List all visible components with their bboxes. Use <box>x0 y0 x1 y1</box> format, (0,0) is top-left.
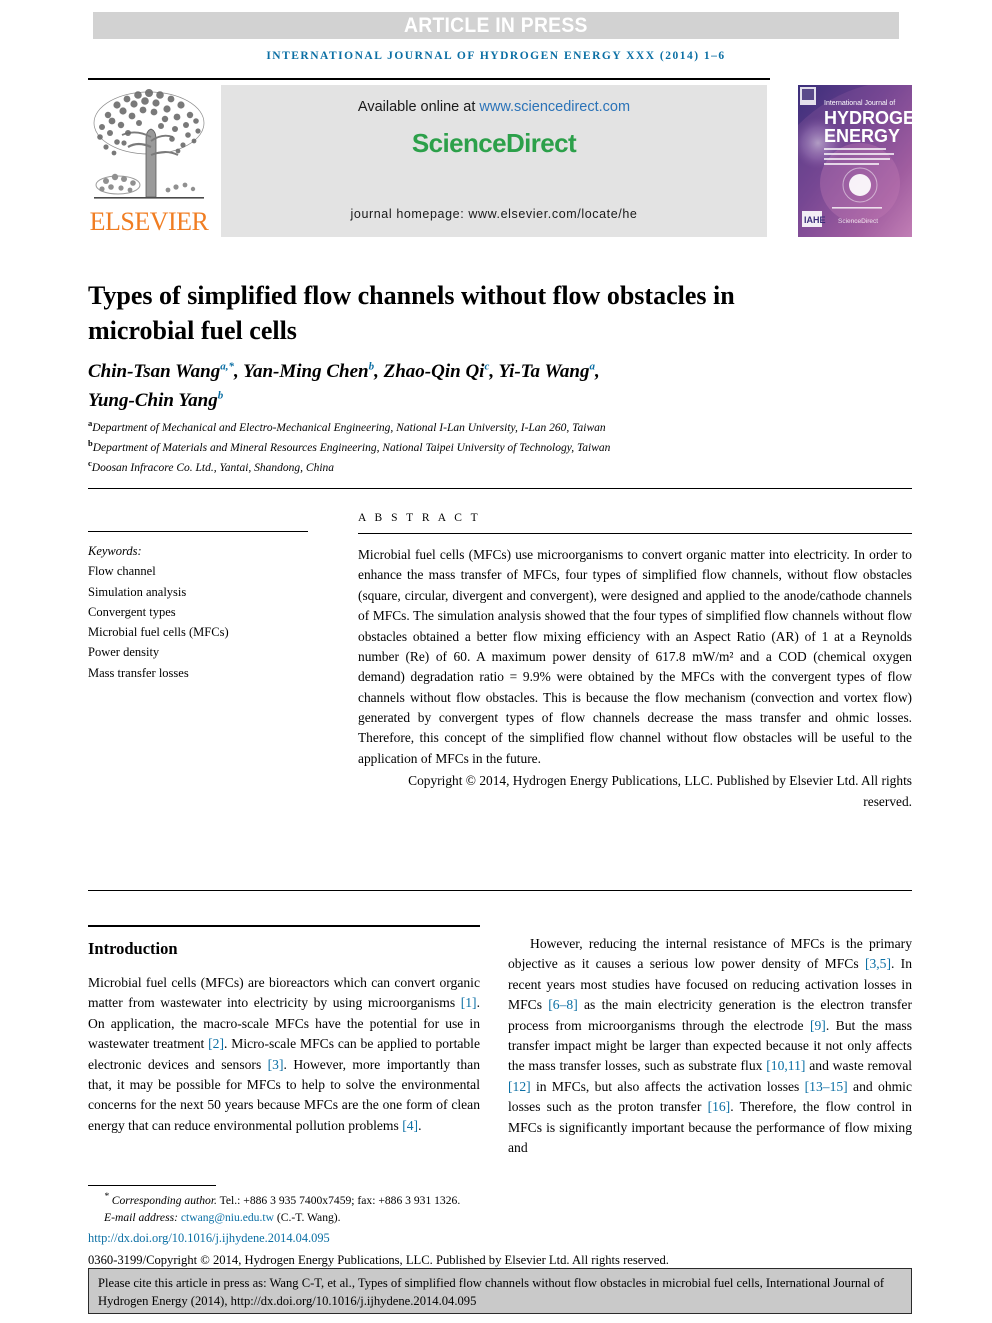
citation-text: Please cite this article in press as: Wa… <box>98 1276 885 1308</box>
citation-reference[interactable]: [1] <box>461 995 477 1010</box>
abstract-text: Microbial fuel cells (MFCs) use microorg… <box>358 547 912 766</box>
affiliation-item: cDoosan Infracore Co. Ltd., Yantai, Shan… <box>88 457 848 477</box>
citation-reference[interactable]: [10,11] <box>766 1058 805 1073</box>
author-affil-marker: b <box>217 389 224 402</box>
introduction-paragraph-left: Microbial fuel cells (MFCs) are bioreact… <box>88 973 480 1136</box>
email-owner: (C.-T. Wang). <box>273 1211 341 1225</box>
keywords-divider <box>88 531 308 532</box>
available-online-prefix: Available online at <box>357 99 480 115</box>
footnote-divider <box>88 1185 216 1186</box>
journal-cover-thumbnail: International Journal of HYDROGEN ENERGY… <box>798 85 912 237</box>
article-in-press-banner: ARTICLE IN PRESS <box>93 12 899 39</box>
email-note: E-mail address: ctwang@niu.edu.tw (C.-T.… <box>88 1209 912 1227</box>
elsevier-wordmark: ELSEVIER <box>89 207 209 236</box>
citation-reference[interactable]: [4] <box>402 1118 418 1133</box>
affiliation-item: aDepartment of Mechanical and Electro-Me… <box>88 417 848 437</box>
keyword-item: Simulation analysis <box>88 584 187 599</box>
elsevier-logo: ELSEVIER <box>88 85 210 237</box>
affiliation-text: Doosan Infracore Co. Ltd., Yantai, Shand… <box>91 461 335 474</box>
doi-link[interactable]: http://dx.doi.org/10.1016/j.ijhydene.201… <box>88 1229 912 1248</box>
keyword-item: Flow channel <box>88 564 156 579</box>
svg-text:ScienceDirect: ScienceDirect <box>838 218 878 225</box>
paragraph-text: However, reducing the internal resistanc… <box>508 936 912 972</box>
article-page: ARTICLE IN PRESS international journal o… <box>0 0 992 1323</box>
affiliation-text: Department of Mechanical and Electro-Mec… <box>92 421 606 434</box>
author-name: Zhao-Qin Qi <box>383 361 485 382</box>
citation-reference[interactable]: [9] <box>810 1018 826 1033</box>
citation-reference[interactable]: [3] <box>268 1057 284 1072</box>
author-list: Chin-Tsan Wanga,*, Yan-Ming Chenb, Zhao-… <box>88 358 808 415</box>
author-affil-marker: a <box>589 360 596 373</box>
journal-homepage-link[interactable]: journal homepage: www.elsevier.com/locat… <box>221 207 767 221</box>
author-affil-marker: b <box>368 360 375 373</box>
sciencedirect-logo: ScienceDirect <box>411 128 577 158</box>
corresponding-label: Corresponding author. <box>111 1193 217 1207</box>
keyword-item: Mass transfer losses <box>88 665 189 680</box>
abstract-label-divider <box>358 533 912 534</box>
citation-reference[interactable]: [16] <box>708 1099 731 1114</box>
keyword-item: Power density <box>88 645 160 660</box>
abstract-top-divider <box>88 488 912 489</box>
paragraph-text: . <box>418 1117 422 1133</box>
citation-reference[interactable]: [6–8] <box>548 997 577 1012</box>
svg-text:International Journal of: International Journal of <box>824 100 895 107</box>
elsevier-tree-icon <box>93 89 205 199</box>
paragraph-text: Microbial fuel cells (MFCs) are bioreact… <box>88 975 480 1011</box>
abstract-label: A B S T R A C T <box>358 512 481 524</box>
footnote-block: * Corresponding author. Tel.: +886 3 935… <box>88 1190 912 1270</box>
abstract-copyright: Copyright © 2014, Hydrogen Energy Public… <box>408 773 912 809</box>
svg-text:HYDROGEN: HYDROGEN <box>824 108 912 128</box>
keywords-heading: Keywords: <box>88 544 142 558</box>
citation-reference[interactable]: [12] <box>508 1079 531 1094</box>
email-link[interactable]: ctwang@niu.edu.tw <box>181 1211 274 1224</box>
introduction-divider <box>88 925 480 927</box>
paragraph-text: in MFCs, but also affects the activation… <box>530 1078 805 1094</box>
corresponding-marker: * <box>104 1191 109 1202</box>
available-online-line: Available online at www.sciencedirect.co… <box>221 99 767 115</box>
author-name: Yung-Chin Yang <box>88 389 218 411</box>
keywords-block: Keywords: Flow channel Simulation analys… <box>88 531 308 683</box>
corresponding-contact: Tel.: +886 3 935 7400x7459; fax: +886 3 … <box>216 1193 461 1207</box>
keyword-item: Convergent types <box>88 604 176 619</box>
svg-text:IAHE: IAHE <box>804 215 826 225</box>
svg-text:ENERGY: ENERGY <box>824 126 900 146</box>
body-column-right: However, reducing the internal resistanc… <box>508 934 912 1158</box>
affiliation-item: bDepartment of Materials and Mineral Res… <box>88 437 848 457</box>
author-name: Yan-Ming Chen <box>243 361 369 382</box>
affiliation-text: Department of Materials and Mineral Reso… <box>92 441 611 454</box>
author-affil-marker: a,* <box>220 360 234 373</box>
citation-reference[interactable]: [2] <box>208 1036 224 1051</box>
journal-cover-image: International Journal of HYDROGEN ENERGY… <box>798 85 912 237</box>
author-affil-marker: c <box>484 360 490 373</box>
introduction-heading: Introduction <box>88 939 178 958</box>
corresponding-author-note: * Corresponding author. Tel.: +886 3 935… <box>88 1190 912 1209</box>
introduction-paragraph-right: However, reducing the internal resistanc… <box>508 934 912 1158</box>
sciencedirect-url-link[interactable]: www.sciencedirect.com <box>479 99 630 115</box>
body-column-left: Introduction Microbial fuel cells (MFCs)… <box>88 934 480 1136</box>
author-name: Chin-Tsan Wang <box>88 361 221 382</box>
citation-box: Please cite this article in press as: Wa… <box>88 1268 912 1314</box>
sciencedirect-banner: Available online at www.sciencedirect.co… <box>221 85 767 237</box>
citation-reference[interactable]: [13–15] <box>805 1079 848 1094</box>
citation-reference[interactable]: [3,5] <box>865 956 891 971</box>
journal-running-head: international journal of hydrogen energy… <box>266 50 726 62</box>
journal-header-block: ELSEVIER Available online at www.science… <box>88 85 912 237</box>
abstract-block: A B S T R A C T Microbial fuel cells (MF… <box>358 512 912 812</box>
keyword-item: Microbial fuel cells (MFCs) <box>88 625 229 639</box>
author-name: Yi-Ta Wang <box>498 361 590 382</box>
abstract-bottom-divider <box>88 890 912 891</box>
author-line-2: Yung-Chin Yangb <box>88 389 224 411</box>
article-title: Types of simplified flow channels withou… <box>88 281 735 345</box>
author-line-1: Chin-Tsan Wanga,*, Yan-Ming Chenb, Zhao-… <box>88 360 600 382</box>
article-in-press-label: ARTICLE IN PRESS <box>404 13 588 37</box>
affiliation-list: aDepartment of Mechanical and Electro-Me… <box>88 417 848 477</box>
email-label: E-mail address: <box>104 1211 181 1225</box>
paragraph-text: and waste removal <box>805 1058 913 1074</box>
header-divider <box>88 78 770 80</box>
